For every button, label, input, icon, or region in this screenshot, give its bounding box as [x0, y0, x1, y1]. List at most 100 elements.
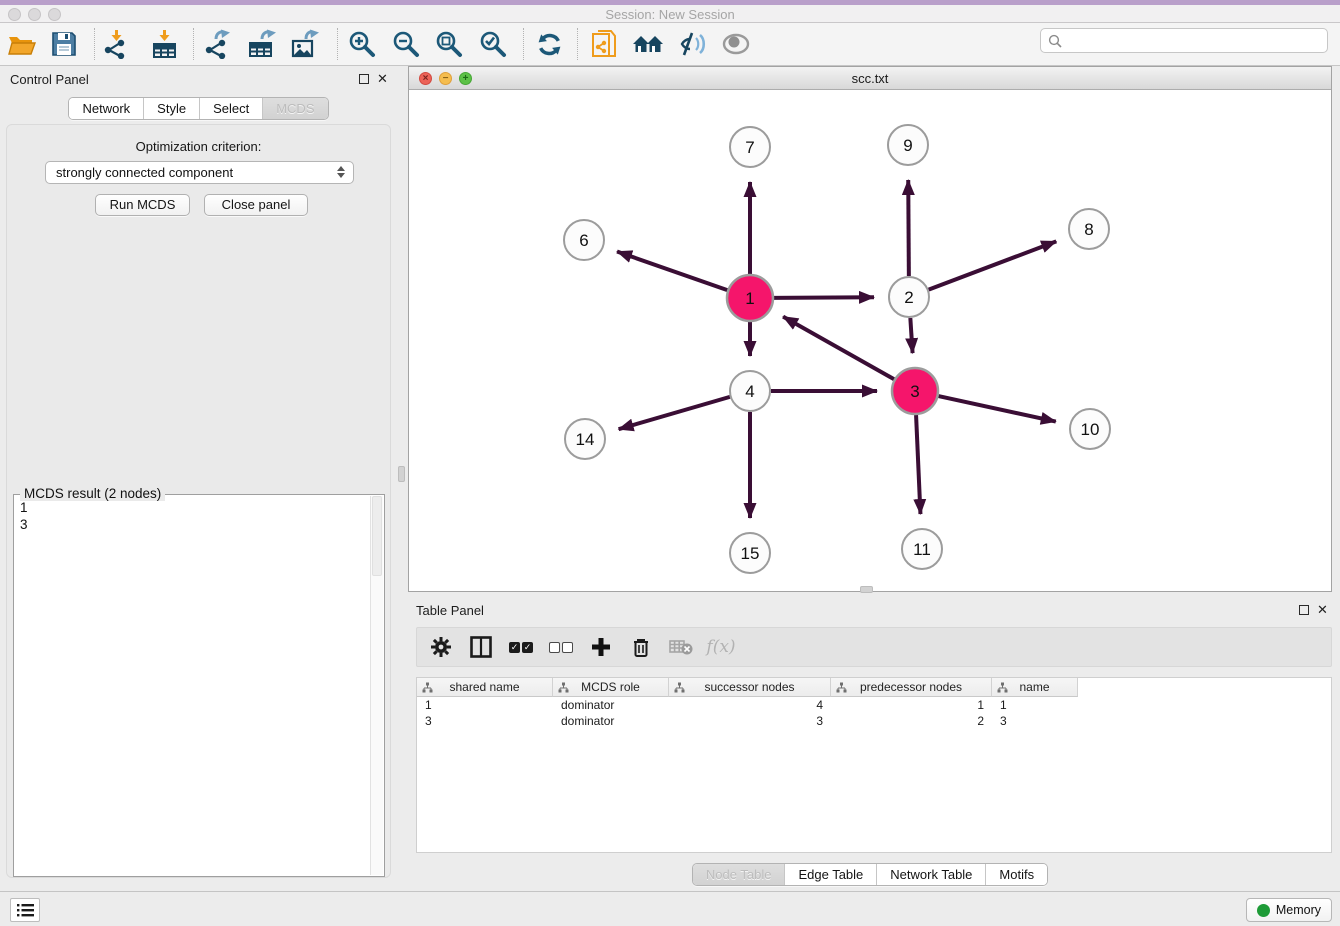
graph-edge-4-14[interactable]: [619, 397, 730, 429]
table-row[interactable]: 1dominator411: [417, 697, 1331, 713]
graph-node-3[interactable]: 3: [892, 368, 938, 414]
table-panel-float-icon[interactable]: [1299, 605, 1309, 615]
control-panel-float-icon[interactable]: [359, 74, 369, 84]
preview-eye-icon[interactable]: [719, 26, 753, 62]
import-table-icon[interactable]: [148, 26, 182, 62]
horizontal-splitter-handle[interactable]: [860, 586, 873, 593]
table-cell[interactable]: dominator: [553, 713, 669, 729]
new-network-from-selection-icon[interactable]: [588, 26, 622, 62]
column-header-successor-nodes[interactable]: successor nodes: [669, 678, 831, 697]
column-header-mcds-role[interactable]: MCDS role: [553, 678, 669, 697]
graph-edge-3-1[interactable]: [783, 317, 894, 380]
graph-edge-3-10[interactable]: [938, 396, 1055, 421]
graph-node-14[interactable]: 14: [565, 419, 605, 459]
tab-mcds[interactable]: MCDS: [262, 98, 327, 119]
graph-edge-1-6[interactable]: [617, 252, 727, 291]
delete-table-icon[interactable]: [667, 633, 695, 661]
tab-style[interactable]: Style: [143, 98, 199, 119]
criterion-dropdown-value: strongly connected component: [56, 165, 233, 180]
table-row[interactable]: 3dominator323: [417, 713, 1331, 729]
table-cell[interactable]: 1: [831, 697, 992, 713]
close-panel-button[interactable]: Close panel: [204, 194, 308, 216]
attribute-type-icon: [997, 682, 1008, 696]
graph-node-9[interactable]: 9: [888, 125, 928, 165]
export-image-icon[interactable]: [288, 26, 322, 62]
table-cell[interactable]: 3: [417, 713, 553, 729]
graph-node-6[interactable]: 6: [564, 220, 604, 260]
tab-network[interactable]: Network: [69, 98, 143, 119]
import-network-icon[interactable]: [100, 26, 134, 62]
criterion-dropdown[interactable]: strongly connected component: [45, 161, 354, 184]
column-header-shared-name[interactable]: shared name: [417, 678, 553, 697]
table-tab-edge-table[interactable]: Edge Table: [784, 864, 876, 885]
table-cell[interactable]: 3: [992, 713, 1078, 729]
graph-node-11[interactable]: 11: [902, 529, 942, 569]
graph-node-label: 2: [904, 288, 913, 307]
open-session-icon[interactable]: [5, 26, 39, 62]
graph-edge-3-11[interactable]: [916, 415, 920, 514]
export-network-icon[interactable]: [201, 26, 235, 62]
graph-node-10[interactable]: 10: [1070, 409, 1110, 449]
graph-edge-2-3[interactable]: [910, 318, 912, 353]
deselect-all-checkboxes-icon[interactable]: [547, 633, 575, 661]
graph-node-1[interactable]: 1: [727, 275, 773, 321]
graph-node-15[interactable]: 15: [730, 533, 770, 573]
column-header-predecessor-nodes[interactable]: predecessor nodes: [831, 678, 992, 697]
graph-node-4[interactable]: 4: [730, 371, 770, 411]
column-header-label: successor nodes: [704, 680, 794, 694]
column-header-name[interactable]: name: [992, 678, 1078, 697]
graph-node-2[interactable]: 2: [889, 277, 929, 317]
network-graph[interactable]: 7 9 6 8 1 2 4 3 14 10 15 11: [409, 90, 1331, 591]
table-tab-motifs[interactable]: Motifs: [985, 864, 1047, 885]
show-hide-details-icon[interactable]: [675, 26, 709, 62]
save-session-icon[interactable]: [47, 26, 81, 62]
home-icon[interactable]: [631, 26, 665, 62]
tab-select[interactable]: Select: [199, 98, 262, 119]
graph-edge-2-9[interactable]: [908, 180, 909, 276]
control-panel-close-icon[interactable]: ✕: [377, 71, 388, 87]
control-panel-title: Control Panel: [10, 72, 89, 87]
network-canvas[interactable]: 7 9 6 8 1 2 4 3 14 10 15 11: [409, 90, 1331, 591]
graph-edge-2-8[interactable]: [929, 241, 1057, 289]
task-history-button[interactable]: [10, 898, 40, 922]
memory-button[interactable]: Memory: [1246, 898, 1332, 922]
zoom-fit-icon[interactable]: [432, 26, 466, 62]
graph-node-7[interactable]: 7: [730, 127, 770, 167]
zoom-in-icon[interactable]: [345, 26, 379, 62]
network-window-titlebar[interactable]: × − + scc.txt: [409, 67, 1331, 90]
table-cell[interactable]: dominator: [553, 697, 669, 713]
table-panel-header: Table Panel ✕: [400, 597, 1340, 623]
table-cell[interactable]: 4: [669, 697, 831, 713]
table-panel-close-icon[interactable]: ✕: [1317, 602, 1328, 618]
zoom-selected-icon[interactable]: [476, 26, 510, 62]
graph-node-8[interactable]: 8: [1069, 209, 1109, 249]
refresh-icon[interactable]: [532, 26, 566, 62]
add-column-icon[interactable]: [587, 633, 615, 661]
function-builder-icon[interactable]: f(x): [707, 633, 735, 661]
search-field[interactable]: [1040, 28, 1328, 53]
zoom-out-icon[interactable]: [389, 26, 423, 62]
export-table-icon[interactable]: [245, 26, 279, 62]
graph-edge-1-2[interactable]: [774, 297, 874, 298]
window-titlebar: Session: New Session: [0, 0, 1340, 23]
table-settings-gear-icon[interactable]: [427, 633, 455, 661]
mcds-result-text[interactable]: 1 3: [14, 496, 370, 876]
delete-column-trash-icon[interactable]: [627, 633, 655, 661]
table-panel: Table Panel ✕ ✓✓: [400, 597, 1340, 891]
select-all-checkboxes-icon[interactable]: ✓✓: [507, 633, 535, 661]
table-cell[interactable]: 1: [992, 697, 1078, 713]
main-toolbar: [0, 23, 1340, 66]
control-panel-tabs: NetworkStyleSelectMCDS: [68, 97, 328, 120]
search-icon: [1048, 34, 1062, 48]
table-tab-node-table[interactable]: Node Table: [693, 864, 785, 885]
table-cell[interactable]: 3: [669, 713, 831, 729]
table-cell[interactable]: 1: [417, 697, 553, 713]
run-mcds-button[interactable]: Run MCDS: [95, 194, 190, 216]
show-columns-icon[interactable]: [467, 633, 495, 661]
search-input[interactable]: [1062, 32, 1327, 50]
vertical-splitter-handle[interactable]: [398, 466, 405, 482]
table-tab-network-table[interactable]: Network Table: [876, 864, 985, 885]
table-cell[interactable]: 2: [831, 713, 992, 729]
toolbar-separator: [193, 28, 194, 60]
result-scrollbar[interactable]: [370, 496, 383, 875]
